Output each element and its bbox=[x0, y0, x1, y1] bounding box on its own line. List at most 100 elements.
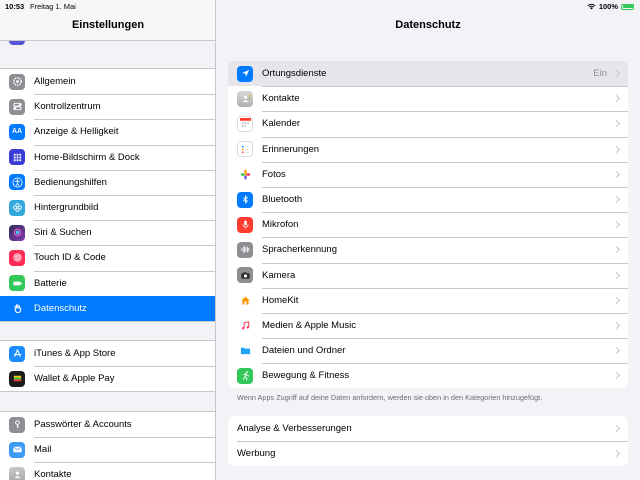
sidebar-item-label: iTunes & App Store bbox=[34, 348, 116, 360]
sidebar-item-kontrollzentrum[interactable]: Kontrollzentrum bbox=[0, 94, 215, 119]
sidebar-item-label: Mail bbox=[34, 444, 52, 456]
list-item-mikrofon[interactable]: Mikrofon bbox=[228, 212, 628, 237]
sidebar-item-batterie[interactable]: Batterie bbox=[0, 270, 215, 296]
list-item-dateien[interactable]: Dateien und Ordner bbox=[228, 338, 628, 363]
accessibility-icon bbox=[9, 174, 25, 191]
sidebar-item-hintergrundbild[interactable]: Hintergrundbild bbox=[0, 194, 215, 220]
status-right: 100% bbox=[587, 2, 634, 11]
sidebar: Einstellungen Allgemein Kontrollzentrum … bbox=[0, 0, 216, 480]
sidebar-item-siri[interactable]: Siri & Suchen bbox=[0, 220, 215, 245]
list-item-homekit[interactable]: HomeKit bbox=[228, 287, 628, 313]
waveform-icon bbox=[237, 241, 253, 258]
sidebar-item-wallet[interactable]: Wallet & Apple Pay bbox=[0, 366, 215, 391]
sidebar-item-label: Anzeige & Helligkeit bbox=[34, 126, 119, 138]
photos-icon bbox=[237, 166, 253, 183]
sidebar-item-label: Siri & Suchen bbox=[34, 227, 92, 239]
list-item-werbung[interactable]: Werbung bbox=[228, 441, 628, 466]
toggles-icon bbox=[9, 98, 25, 115]
list-item-bluetooth[interactable]: Bluetooth bbox=[228, 186, 628, 212]
list-item-spracherkennung[interactable]: Spracherkennung bbox=[228, 237, 628, 262]
mail-icon bbox=[9, 441, 25, 458]
sidebar-item-label: Datenschutz bbox=[34, 302, 87, 314]
list-item-label: Kontakte bbox=[262, 93, 300, 105]
microphone-icon bbox=[237, 216, 253, 233]
list-item-kontakte[interactable]: Kontakte bbox=[228, 86, 628, 111]
sidebar-item-label: Wallet & Apple Pay bbox=[34, 373, 115, 385]
chevron-right-icon bbox=[612, 347, 621, 355]
chevron-right-icon bbox=[612, 372, 621, 380]
sidebar-item-allgemein[interactable]: Allgemein bbox=[0, 69, 215, 94]
chevron-right-icon bbox=[612, 296, 621, 304]
sidebar-item-label: Batterie bbox=[34, 277, 67, 289]
sidebar-item-bedienungshilfen[interactable]: Bedienungshilfen bbox=[0, 169, 215, 195]
page-title: Datenschutz bbox=[395, 19, 461, 31]
chevron-right-icon bbox=[612, 70, 621, 78]
list-item-label: Spracherkennung bbox=[262, 244, 337, 256]
list-item-label: Mikrofon bbox=[262, 219, 299, 231]
list-item-label: Kamera bbox=[262, 269, 296, 281]
reminders-icon bbox=[237, 141, 253, 158]
sidebar-item-home-bildschirm[interactable]: Home-Bildschirm & Dock bbox=[0, 144, 215, 170]
list-item-label: Fotos bbox=[262, 168, 286, 180]
list-item-kamera[interactable]: Kamera bbox=[228, 262, 628, 288]
list-item-label: Erinnerungen bbox=[262, 143, 320, 155]
sidebar-item-kontakte[interactable]: Kontakte bbox=[0, 462, 215, 480]
battery-icon bbox=[9, 275, 25, 292]
sidebar-item-label: Touch ID & Code bbox=[34, 252, 106, 264]
list-item-label: Kalender bbox=[262, 118, 301, 130]
chevron-right-icon bbox=[612, 95, 621, 103]
sidebar-item-label: Bedienungshilfen bbox=[34, 176, 107, 188]
sidebar-item-label: Passwörter & Accounts bbox=[34, 419, 132, 431]
list-item-ortungsdienste[interactable]: Ortungsdienste Ein bbox=[228, 61, 628, 87]
sidebar-item-datenschutz[interactable]: Datenschutz bbox=[0, 295, 215, 321]
status-time: 10:53 bbox=[5, 2, 25, 11]
chevron-right-icon bbox=[612, 120, 621, 128]
list-item-label: Werbung bbox=[237, 448, 276, 460]
flower-icon bbox=[9, 199, 25, 216]
battery-icon bbox=[621, 3, 634, 10]
sidebar-group-3: Passwörter & Accounts Mail Kontakte bbox=[0, 411, 215, 480]
music-note-icon bbox=[237, 317, 253, 334]
key-icon bbox=[9, 416, 25, 433]
chevron-right-icon bbox=[612, 321, 621, 330]
chevron-right-icon bbox=[612, 246, 621, 254]
list-item-medien[interactable]: Medien & Apple Music bbox=[228, 312, 628, 338]
list-item-bewegung[interactable]: Bewegung & Fitness bbox=[228, 363, 628, 388]
sidebar-item-label: Kontrollzentrum bbox=[34, 101, 101, 113]
list-item-label: Bluetooth bbox=[262, 194, 303, 206]
chevron-right-icon bbox=[612, 170, 621, 178]
text-size-icon: AA bbox=[9, 123, 25, 140]
contacts-icon bbox=[9, 466, 25, 480]
list-item-kalender[interactable]: Kalender bbox=[228, 111, 628, 136]
sidebar-group-1: Allgemein Kontrollzentrum AA Anzeige & H… bbox=[0, 68, 215, 322]
sidebar-item-label: Kontakte bbox=[34, 469, 72, 480]
house-icon bbox=[237, 292, 253, 309]
battery-percent: 100% bbox=[598, 2, 618, 11]
contacts-icon bbox=[237, 90, 253, 107]
chevron-right-icon bbox=[612, 271, 621, 279]
sidebar-item-label: Hintergrundbild bbox=[34, 202, 99, 214]
bluetooth-icon bbox=[237, 191, 253, 208]
list-item-label: Ortungsdienste bbox=[262, 68, 327, 80]
list-item-detail: Ein bbox=[593, 68, 607, 80]
sidebar-item-passwoerter[interactable]: Passwörter & Accounts bbox=[0, 412, 215, 437]
list-item-analyse[interactable]: Analyse & Verbesserungen bbox=[228, 416, 628, 441]
camera-icon bbox=[237, 267, 253, 284]
footnote: Wenn Apps Zugriff auf deine Daten anford… bbox=[237, 393, 543, 402]
sidebar-group-2: iTunes & App Store Wallet & Apple Pay bbox=[0, 340, 215, 393]
list-item-label: HomeKit bbox=[262, 294, 299, 306]
list-item-label: Dateien und Ordner bbox=[262, 345, 346, 357]
chevron-right-icon bbox=[612, 450, 621, 458]
calendar-icon bbox=[237, 115, 253, 132]
sidebar-item-mail[interactable]: Mail bbox=[0, 437, 215, 462]
list-item-erinnerungen[interactable]: Erinnerungen bbox=[228, 136, 628, 162]
list-item-fotos[interactable]: Fotos bbox=[228, 161, 628, 187]
app-store-icon bbox=[9, 345, 25, 362]
sidebar-item-itunes[interactable]: iTunes & App Store bbox=[0, 341, 215, 366]
chevron-right-icon bbox=[612, 145, 621, 153]
status-date: Freitag 1. Mai bbox=[30, 2, 76, 11]
sidebar-item-anzeige[interactable]: AA Anzeige & Helligkeit bbox=[0, 119, 215, 144]
hand-icon bbox=[9, 300, 25, 317]
chevron-right-icon bbox=[612, 195, 621, 204]
sidebar-item-touch-id[interactable]: Touch ID & Code bbox=[0, 245, 215, 270]
